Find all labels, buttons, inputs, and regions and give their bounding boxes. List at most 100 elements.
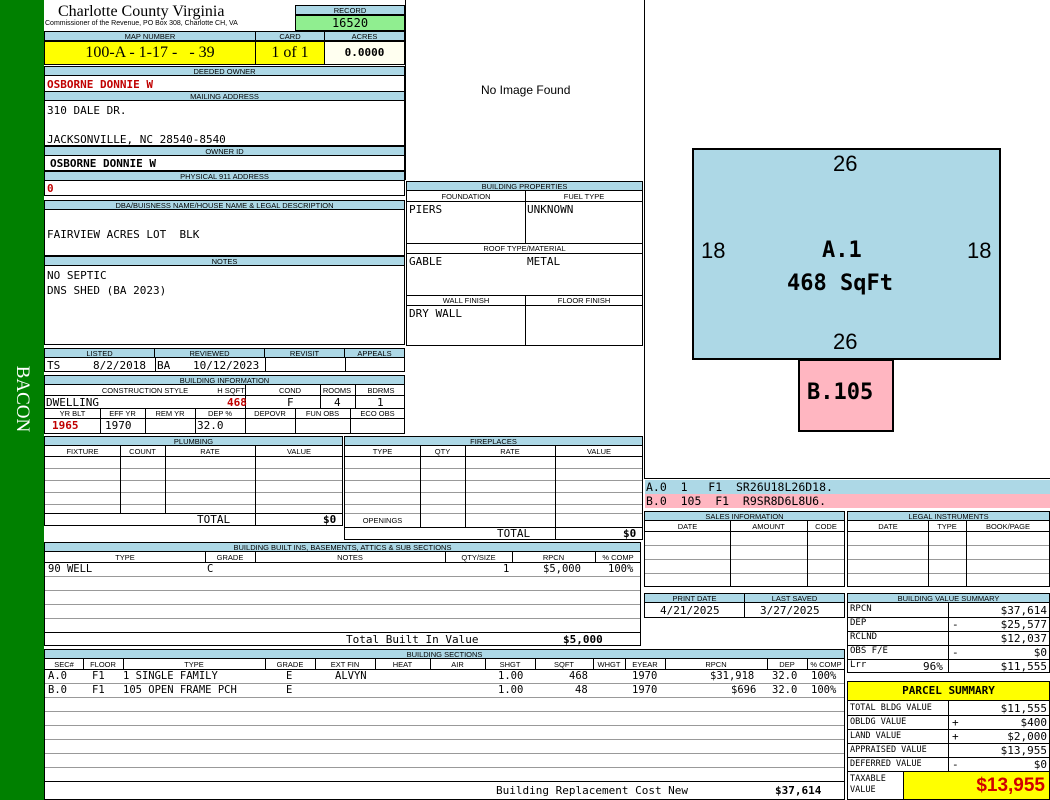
rem-yr-label: REM YR xyxy=(155,409,185,418)
sketch-area: 26 26 18 18 A.1 468 SqFt B.105 xyxy=(644,0,1050,479)
replacement-cost-value: $37,614 xyxy=(775,784,822,797)
vs-lrr-pct: 96% xyxy=(923,660,943,673)
section-b-grade: E xyxy=(286,684,293,696)
built-ins-header-qty: QTY/SIZE xyxy=(461,553,496,562)
plumbing-header-fixture: FIXTURE xyxy=(66,447,99,456)
ps-total-bldg-label: TOTAL BLDG VALUE xyxy=(850,703,932,713)
wall-finish-value: DRY WALL xyxy=(409,307,462,320)
section-a-extfin: ALVYN xyxy=(335,670,367,682)
sections-header-sec: SEC# xyxy=(54,660,74,669)
listed-date: 8/2/2018 xyxy=(93,359,146,372)
owner-id-box: OSBORNE DONNIE W xyxy=(44,155,405,171)
sketch-a-label: A.1 xyxy=(822,238,862,263)
ps-deferred-sign: - xyxy=(952,758,959,771)
depovr-label: DEPOVR xyxy=(254,409,286,418)
map-number-label: MAP NUMBER xyxy=(44,31,256,41)
eff-yr-value: 1970 xyxy=(105,419,132,432)
built-ins-header-comp: % COMP xyxy=(602,553,634,562)
vs-dep-value: $25,577 xyxy=(1000,618,1047,631)
built-ins-table: TYPE GRADE NOTES QTY/SIZE RPCN % COMP 90… xyxy=(44,551,641,646)
sections-header-extfin: EXT FIN xyxy=(330,660,360,669)
reviewed-date: 10/12/2023 xyxy=(193,359,260,372)
sketch-a-area: 468 SqFt xyxy=(787,271,893,296)
yr-blt-label: YR BLT xyxy=(59,409,86,418)
construction-style-value: DWELLING xyxy=(46,396,99,409)
section-a-sec: A.0 xyxy=(48,670,67,682)
fireplaces-header-rate: RATE xyxy=(500,447,520,456)
sections-header-sqft: SQFT xyxy=(554,660,574,669)
section-a-sqft: 468 xyxy=(569,670,588,682)
plumbing-header-count: COUNT xyxy=(129,447,156,456)
section-b-dep: 32.0 xyxy=(772,684,798,696)
built-ins-row-comp: 100% xyxy=(608,563,634,575)
fireplaces-total-label: TOTAL xyxy=(497,527,531,540)
legal-header-type: TYPE xyxy=(937,522,957,531)
sketch-a-top-dim: 26 xyxy=(833,151,858,176)
plumbing-total-label: TOTAL xyxy=(197,513,231,526)
floor-finish-label: FLOOR FINISH xyxy=(557,296,611,305)
section-b-sqft: 48 xyxy=(575,684,588,696)
sales-table: DATE AMOUNT CODE xyxy=(644,520,845,587)
vs-obs-value: $0 xyxy=(1033,646,1047,659)
taxable-label-box: TAXABLE VALUE xyxy=(847,771,904,800)
owner-id-value: OSBORNE DONNIE W xyxy=(50,157,156,170)
ps-land-sign: + xyxy=(952,730,959,743)
sections-header-eyear: EYEAR xyxy=(632,660,658,669)
mailing-address-box: 310 DALE DR. JACKSONVILLE, NC 28540-8540 xyxy=(44,100,405,146)
physical-address-box: 0 xyxy=(44,180,405,196)
fuel-type-label: FUEL TYPE xyxy=(563,192,605,201)
plumbing-header-rate: RATE xyxy=(200,447,220,456)
section-b-type: 105 OPEN FRAME PCH xyxy=(123,684,237,696)
built-ins-total-label: Total Built In Value xyxy=(346,633,479,646)
sections-header-comp: % COMP xyxy=(810,660,842,669)
sketch-legend-b: B.0 105 F1 R9SR8D6L8U6. xyxy=(645,494,1050,508)
dates-row: 4/21/2025 3/27/2025 xyxy=(644,602,845,618)
cond-label: COND xyxy=(278,386,302,395)
vs-obs-label: OBS F/E xyxy=(850,646,888,656)
vs-lrr-value: $11,555 xyxy=(1000,660,1047,673)
section-b-floor: F1 xyxy=(92,684,105,696)
card-value: 1 of 1 xyxy=(255,41,325,65)
mailing-line-2: JACKSONVILLE, NC 28540-8540 xyxy=(47,133,226,146)
foundation-value: PIERS xyxy=(409,203,443,216)
section-a-dep: 32.0 xyxy=(772,670,798,682)
parcel-summary-table: TOTAL BLDG VALUE $11,555 OBLDG VALUE + $… xyxy=(847,700,1050,772)
built-ins-header-type: TYPE xyxy=(115,553,135,562)
notes-box: NO SEPTIC DNS SHED (BA 2023) xyxy=(44,265,405,345)
eco-obs-label: ECO OBS xyxy=(360,409,395,418)
vs-rclnd-label: RCLND xyxy=(850,632,878,642)
section-b-shgt: 1.00 xyxy=(498,684,524,696)
foundation-label: FOUNDATION xyxy=(441,192,491,201)
ps-obldg-label: OBLDG VALUE xyxy=(850,717,907,727)
map-number-value: 100-A - 1-17 - - 39 xyxy=(44,41,256,65)
built-ins-total-value: $5,000 xyxy=(563,633,603,646)
acres-label: ACRES xyxy=(324,31,405,41)
section-a-shgt: 1.00 xyxy=(498,670,524,682)
built-ins-row-type: 90 WELL xyxy=(48,563,93,575)
section-b-sec: B.0 xyxy=(48,684,67,696)
sales-header-amount: AMOUNT xyxy=(752,522,785,531)
dba-box: FAIRVIEW ACRES LOT BLK xyxy=(44,209,405,256)
section-a-rpcn: $31,918 xyxy=(710,670,755,682)
county-title: Charlotte County Virginia xyxy=(58,3,225,20)
reviewed-by: BA xyxy=(157,359,171,372)
built-ins-row-rpcn: $5,000 xyxy=(543,563,581,575)
fireplaces-total-value: $0 xyxy=(623,527,637,540)
value-summary-table: RPCN $37,614 DEP - $25,577 RCLND $12,037… xyxy=(847,602,1050,673)
dep-value: 32.0 xyxy=(197,419,224,432)
ps-deferred-label: DEFERRED VALUE xyxy=(850,759,922,769)
dep-label: DEP % xyxy=(207,409,233,418)
section-a-comp: 100% xyxy=(811,670,837,682)
sections-header-heat: HEAT xyxy=(392,660,413,669)
parcel-summary-title: PARCEL SUMMARY xyxy=(847,681,1050,701)
sections-header-shgt: SHGT xyxy=(499,660,521,669)
fireplaces-header-qty: QTY xyxy=(434,447,451,456)
physical-address-value: 0 xyxy=(47,182,54,195)
section-a-type: 1 SINGLE FAMILY xyxy=(123,670,218,682)
last-saved-value: 3/27/2025 xyxy=(760,604,820,617)
openings-label: OPENINGS xyxy=(362,516,403,525)
listed-by: TS xyxy=(47,359,61,372)
ps-deferred-value: $0 xyxy=(1033,758,1047,771)
ps-land-label: LAND VALUE xyxy=(850,731,902,741)
fireplaces-header-value: VALUE xyxy=(586,447,612,456)
